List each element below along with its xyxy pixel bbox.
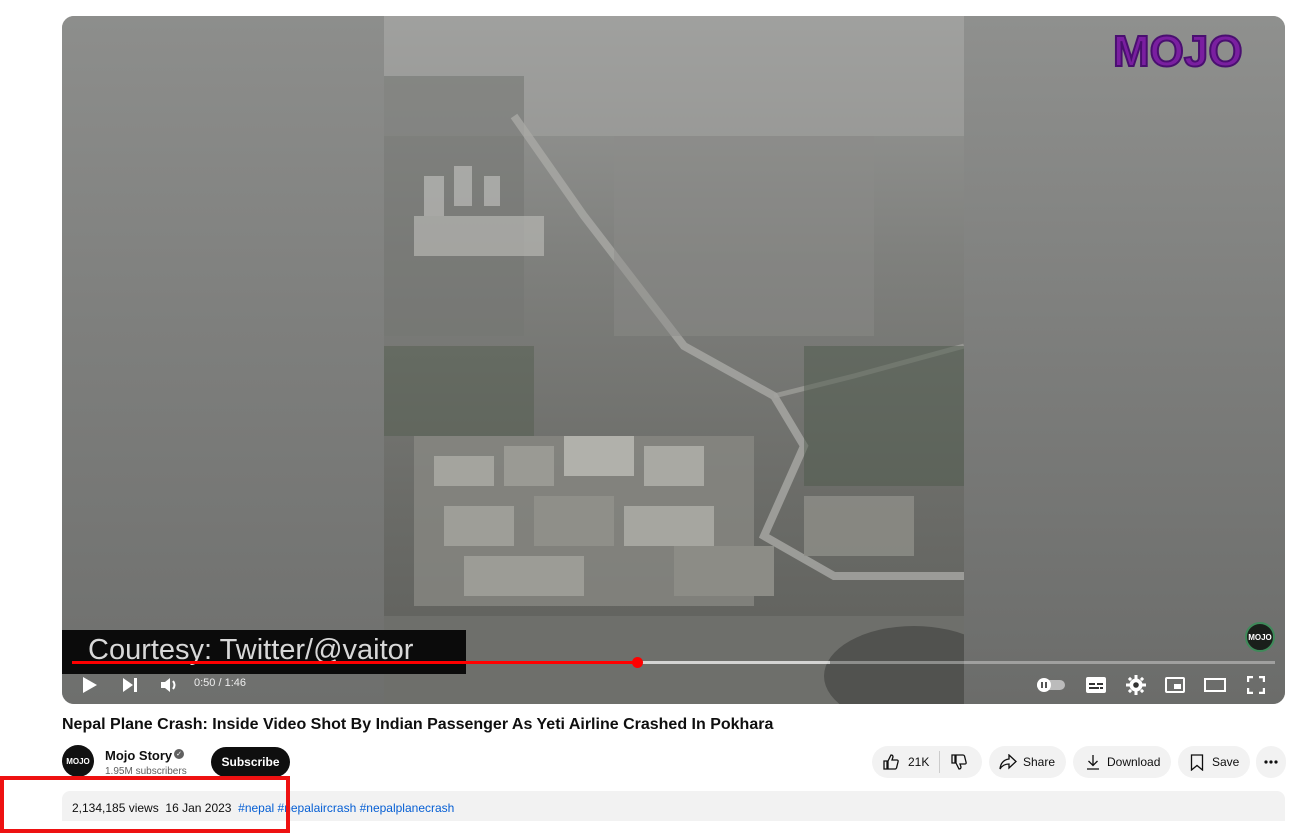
theater-icon bbox=[1204, 678, 1226, 692]
miniplayer-button[interactable] bbox=[1163, 672, 1187, 698]
video-blur-left bbox=[62, 16, 384, 704]
settings-button[interactable] bbox=[1124, 672, 1148, 698]
thumbs-down-icon bbox=[951, 754, 968, 770]
volume-icon bbox=[161, 678, 176, 692]
download-button[interactable]: Download bbox=[1073, 746, 1171, 778]
channel-avatar[interactable]: MOJO bbox=[62, 745, 94, 777]
video-caption: Courtesy: Twitter/@vaitor bbox=[62, 630, 466, 674]
video-player[interactable]: MOJO MOJO Courtesy: Twitter/@vaitor 0:50… bbox=[62, 16, 1285, 704]
dislike-button[interactable] bbox=[950, 753, 968, 771]
next-button[interactable] bbox=[118, 672, 142, 698]
save-button[interactable]: Save bbox=[1178, 746, 1250, 778]
verified-icon: ✓ bbox=[174, 749, 184, 759]
fullscreen-button[interactable] bbox=[1244, 672, 1268, 698]
pill-divider bbox=[939, 751, 941, 773]
like-dislike-group: 21K bbox=[872, 746, 982, 778]
hashtag-link[interactable]: #nepalplanecrash bbox=[360, 801, 455, 815]
progress-bar[interactable] bbox=[72, 657, 1275, 668]
thumbs-up-icon bbox=[883, 754, 899, 770]
download-icon bbox=[1087, 755, 1099, 770]
like-count: 21K bbox=[908, 755, 930, 769]
captions-icon bbox=[1086, 677, 1106, 693]
autoplay-toggle[interactable] bbox=[1036, 672, 1066, 698]
download-label: Download bbox=[1107, 755, 1161, 769]
share-icon bbox=[999, 754, 1017, 770]
theater-mode-button[interactable] bbox=[1203, 672, 1227, 698]
video-blur-right bbox=[963, 16, 1285, 704]
fullscreen-icon bbox=[1247, 676, 1265, 694]
video-frame-aerial-view bbox=[384, 16, 964, 704]
play-button[interactable] bbox=[78, 672, 102, 698]
progress-scrubber[interactable] bbox=[631, 657, 643, 668]
share-button[interactable]: Share bbox=[989, 746, 1066, 778]
channel-watermark-badge[interactable]: MOJO bbox=[1245, 622, 1275, 652]
channel-name[interactable]: Mojo Story bbox=[105, 748, 172, 763]
like-button[interactable]: 21K bbox=[882, 753, 929, 771]
watermark-text: MOJO bbox=[1113, 27, 1243, 76]
captions-button[interactable] bbox=[1084, 672, 1108, 698]
progress-played bbox=[72, 661, 638, 664]
video-title: Nepal Plane Crash: Inside Video Shot By … bbox=[62, 716, 774, 733]
bookmark-icon bbox=[1190, 753, 1204, 771]
gear-icon bbox=[1126, 675, 1146, 695]
highlight-annotation-box bbox=[0, 776, 290, 833]
more-actions-button[interactable] bbox=[1256, 746, 1286, 778]
save-label: Save bbox=[1212, 755, 1240, 769]
next-icon bbox=[123, 678, 137, 692]
autoplay-toggle-icon bbox=[1037, 678, 1065, 692]
time-display: 0:50 / 1:46 bbox=[194, 677, 246, 689]
volume-button[interactable] bbox=[158, 672, 182, 698]
mojo-watermark-logo: MOJO bbox=[1112, 26, 1244, 76]
share-label: Share bbox=[1023, 755, 1056, 769]
play-icon bbox=[83, 677, 97, 693]
subscribe-button[interactable]: Subscribe bbox=[211, 747, 290, 777]
miniplayer-icon bbox=[1165, 677, 1185, 693]
more-horizontal-icon bbox=[1264, 760, 1278, 764]
